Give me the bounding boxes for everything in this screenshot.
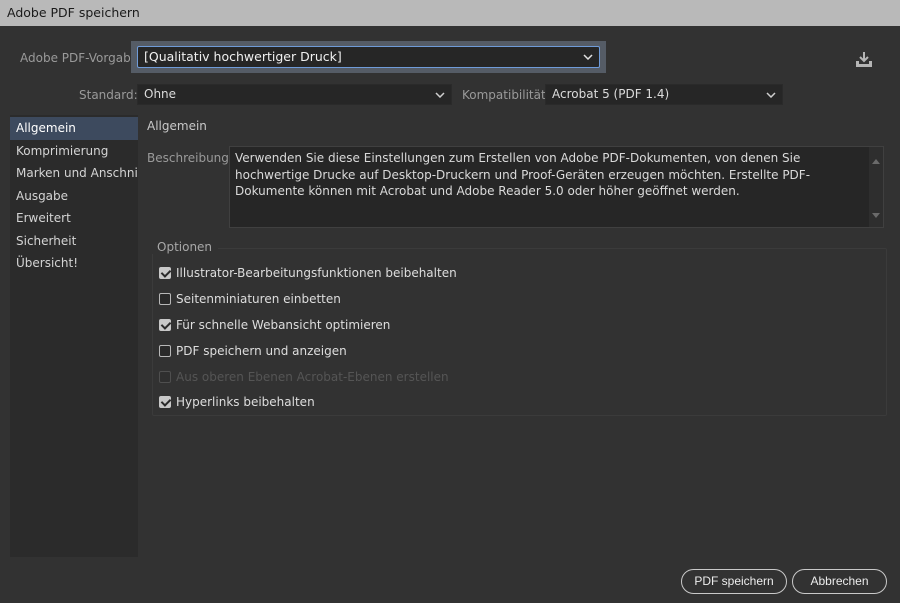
option-create-acrobat-layers: Aus oberen Ebenen Acrobat-Ebenen erstell…: [159, 370, 449, 386]
options-title: Optionen: [151, 240, 219, 254]
option-fast-web-view[interactable]: Für schnelle Webansicht optimieren: [159, 318, 390, 334]
option-view-after-saving[interactable]: PDF speichern und anzeigen: [159, 344, 347, 360]
option-embed-thumbnails[interactable]: Seitenminiaturen einbetten: [159, 292, 341, 308]
compatibility-dropdown[interactable]: Acrobat 5 (PDF 1.4): [545, 84, 783, 105]
option-label: PDF speichern und anzeigen: [176, 344, 347, 358]
description-text: Verwenden Sie diese Einstellungen zum Er…: [235, 151, 811, 198]
chevron-down-icon: [435, 85, 445, 104]
preset-label: Adobe PDF-Vorgabe:: [20, 51, 143, 65]
chevron-down-icon: [766, 85, 776, 104]
checkbox-unchecked[interactable]: [159, 345, 171, 357]
sidebar-item-uebersicht[interactable]: Übersicht!: [10, 252, 138, 275]
sidebar-item-marken-und-anschnitt[interactable]: Marken und Anschnitt: [10, 162, 138, 185]
option-label: Aus oberen Ebenen Acrobat-Ebenen erstell…: [176, 370, 449, 384]
sidebar-item-komprimierung[interactable]: Komprimierung: [10, 140, 138, 163]
window-title: Adobe PDF speichern: [0, 0, 900, 26]
option-keep-hyperlinks[interactable]: Hyperlinks beibehalten: [159, 395, 315, 411]
sidebar-item-sicherheit[interactable]: Sicherheit: [10, 230, 138, 253]
preset-value: [Qualitativ hochwertiger Druck]: [144, 49, 342, 64]
description-label: Beschreibung:: [147, 151, 233, 165]
standard-dropdown[interactable]: Ohne: [137, 84, 452, 105]
section-title: Allgemein: [147, 119, 207, 133]
checkbox-checked[interactable]: [159, 396, 171, 408]
description-field[interactable]: Verwenden Sie diese Einstellungen zum Er…: [229, 146, 884, 228]
preset-dropdown[interactable]: [Qualitativ hochwertiger Druck]: [137, 46, 600, 68]
sidebar-item-ausgabe[interactable]: Ausgabe: [10, 185, 138, 208]
description-scrollbar[interactable]: [869, 147, 883, 227]
option-illustrator-editing[interactable]: Illustrator-Bearbeitungsfunktionen beibe…: [159, 266, 457, 282]
checkbox-unchecked[interactable]: [159, 293, 171, 305]
checkbox-checked[interactable]: [159, 267, 171, 279]
option-label: Seitenminiaturen einbetten: [176, 292, 341, 306]
checkbox-checked[interactable]: [159, 319, 171, 331]
option-label: Für schnelle Webansicht optimieren: [176, 318, 391, 332]
standard-label: Standard:: [79, 88, 138, 102]
sidebar: Allgemein Komprimierung Marken und Ansch…: [10, 115, 138, 557]
cancel-button[interactable]: Abbrechen: [792, 569, 887, 594]
scroll-up-icon[interactable]: [872, 152, 880, 169]
option-label: Illustrator-Bearbeitungsfunktionen beibe…: [176, 266, 457, 280]
option-label: Hyperlinks beibehalten: [176, 395, 315, 409]
chevron-down-icon: [583, 47, 593, 67]
sidebar-item-erweitert[interactable]: Erweitert: [10, 207, 138, 230]
compatibility-value: Acrobat 5 (PDF 1.4): [552, 87, 670, 101]
compatibility-label: Kompatibilität:: [462, 88, 550, 102]
save-pdf-button[interactable]: PDF speichern: [681, 569, 787, 594]
download-icon[interactable]: [854, 51, 874, 69]
checkbox-disabled: [159, 371, 171, 383]
sidebar-item-allgemein[interactable]: Allgemein: [10, 117, 138, 140]
standard-value: Ohne: [144, 87, 177, 101]
scroll-down-icon[interactable]: [872, 206, 880, 223]
